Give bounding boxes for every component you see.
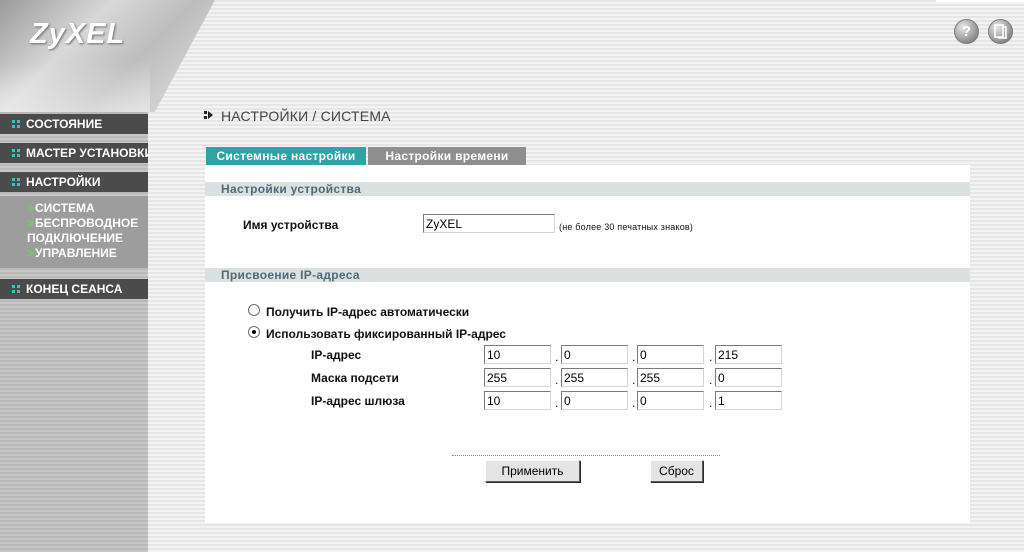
octet-separator: .: [709, 350, 713, 364]
octet-separator: .: [709, 373, 713, 387]
octet-separator: .: [632, 396, 636, 410]
radio-fixed-ip[interactable]: [248, 326, 260, 338]
ip-address-octet-2[interactable]: [561, 345, 628, 364]
octet-separator: .: [555, 350, 559, 364]
sidebar-item-label: МАСТЕР УСТАНОВКИ: [26, 146, 148, 160]
gateway-octet-1[interactable]: [484, 391, 551, 410]
ip-address-octet-3[interactable]: [637, 345, 704, 364]
submenu-item-system[interactable]: >СИСТЕМА: [27, 201, 95, 216]
ip-address-octet-4[interactable]: [715, 345, 782, 364]
gateway-octet-4[interactable]: [715, 391, 782, 410]
ip-address-octet-1[interactable]: [484, 345, 551, 364]
sidebar-item-setup-wizard[interactable]: МАСТЕР УСТАНОВКИ: [0, 143, 148, 163]
grid-dots-icon: [12, 285, 20, 293]
auto-ip-label: Получить IP-адрес автоматически: [266, 305, 470, 319]
device-name-hint: (не более 30 печатных знаков): [559, 222, 694, 232]
sidebar-item-label: КОНЕЦ СЕАНСА: [26, 282, 123, 296]
arrow-right-icon: >: [27, 216, 35, 230]
arrow-right-icon: >: [27, 246, 35, 260]
gateway-octet-3[interactable]: [637, 391, 704, 410]
sidebar-item-settings[interactable]: НАСТРОЙКИ: [0, 172, 148, 192]
octet-separator: .: [632, 373, 636, 387]
sidebar-item-logout[interactable]: КОНЕЦ СЕАНСА: [0, 279, 148, 299]
subnet-mask-octet-1[interactable]: [484, 368, 551, 387]
octet-separator: .: [632, 350, 636, 364]
subnet-mask-octet-3[interactable]: [637, 368, 704, 387]
title-bullet-icon: [204, 111, 213, 119]
submenu-item-management[interactable]: >УПРАВЛЕНИЕ: [27, 246, 117, 261]
reset-button[interactable]: Сброс: [650, 460, 703, 482]
tab-system-settings[interactable]: Системные настройки: [206, 147, 366, 165]
device-name-label: Имя устройства: [243, 218, 339, 232]
form-divider: [452, 455, 720, 456]
grid-dots-icon: [12, 149, 20, 157]
fixed-ip-label: Использовать фиксированный IP-адрес: [266, 327, 506, 341]
gateway-octet-2[interactable]: [561, 391, 628, 410]
sidebar-item-label: СОСТОЯНИЕ: [26, 117, 103, 131]
octet-separator: .: [709, 396, 713, 410]
radio-auto-ip[interactable]: [248, 304, 260, 316]
page-title: НАСТРОЙКИ / СИСТЕМА: [221, 108, 391, 124]
info-icon[interactable]: [988, 19, 1013, 44]
ip-address-label: IP-адрес: [311, 348, 362, 362]
gateway-label: IP-адрес шлюза: [311, 394, 405, 408]
zyxel-logo: ZyXEL: [30, 18, 126, 50]
apply-button[interactable]: Применить: [485, 460, 580, 482]
section-ip-assignment: Присвоение IP-адреса: [205, 268, 970, 282]
settings-panel: Настройки устройства Имя устройства (не …: [205, 165, 970, 523]
subnet-mask-octet-4[interactable]: [715, 368, 782, 387]
octet-separator: .: [555, 396, 559, 410]
arrow-right-icon: >: [27, 201, 35, 215]
section-device-settings: Настройки устройства: [205, 182, 970, 196]
question-mark-icon[interactable]: ?: [954, 19, 979, 44]
sidebar-item-label: НАСТРОЙКИ: [26, 175, 101, 189]
header-accent-line: [936, 0, 1024, 2]
sidebar-item-status[interactable]: СОСТОЯНИЕ: [0, 114, 148, 134]
tab-time-settings[interactable]: Настройки времени: [368, 147, 526, 165]
submenu-item-wireless-line2[interactable]: ПОДКЛЮЧЕНИЕ: [27, 231, 123, 246]
grid-dots-icon: [12, 178, 20, 186]
subnet-mask-octet-2[interactable]: [561, 368, 628, 387]
logo-area: [0, 0, 215, 112]
octet-separator: .: [555, 373, 559, 387]
subnet-mask-label: Маска подсети: [311, 371, 399, 385]
grid-dots-icon: [12, 120, 20, 128]
device-name-input[interactable]: [423, 214, 555, 233]
submenu-item-wireless[interactable]: >БЕСПРОВОДНОЕ: [27, 216, 138, 231]
